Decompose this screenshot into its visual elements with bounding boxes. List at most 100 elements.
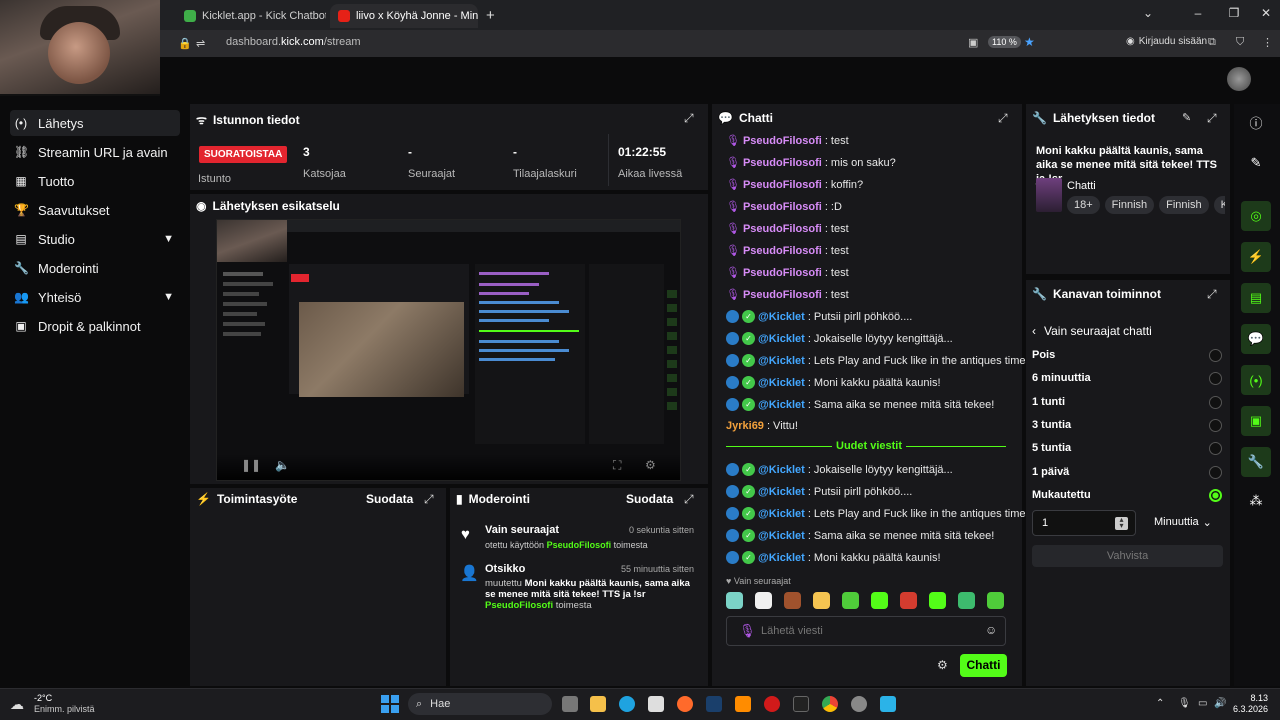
chat-username[interactable]: @Kicklet [758,486,805,498]
sidebar-item-yhteiso[interactable]: 👥 Yhteisö ▼ [10,284,180,310]
apps-icon[interactable]: ⁂ [1241,486,1271,516]
bookmark-star-icon[interactable]: ★ [1024,35,1035,49]
obs-icon[interactable] [851,696,867,712]
taskbar-search[interactable]: ⌕ Hae [408,693,552,715]
mod-event-user[interactable]: PseudoFilosofi [485,600,553,611]
weather-cloud-icon[interactable]: ☁ [10,696,24,713]
chat-username[interactable]: PseudoFilosofi [743,135,822,147]
chat-username[interactable]: PseudoFilosofi [743,223,822,235]
back-to-actions[interactable]: ‹ Vain seuraajat chatti [1032,324,1152,338]
sidebar-item-dropit[interactable]: ▣ Dropit & palkinnot [10,313,180,339]
chat-username[interactable]: @Kicklet [758,399,805,411]
radio-button[interactable] [1209,488,1222,502]
duration-option[interactable]: 3 tuntia [1032,417,1224,435]
emote-icon[interactable] [842,592,859,609]
sidebar-item-stream-url[interactable]: ⛓ Streamin URL ja avain [10,139,180,165]
duration-option[interactable]: 1 tunti [1032,394,1224,412]
user-avatar[interactable] [1227,67,1251,91]
mod-event-user[interactable]: PseudoFilosofi [547,540,612,550]
tray-chevron-icon[interactable]: ⌃ [1156,698,1164,709]
fullscreen-icon[interactable]: ⛶ [613,458,621,473]
steam-icon[interactable] [706,696,722,712]
emote-icon[interactable] [987,592,1004,609]
zoom-level[interactable]: 110 % [988,36,1021,48]
browser-tab-kicklet[interactable]: Kicklet.app - Kick Chatbot and C [176,4,326,28]
expand-icon[interactable]: ⤢ [998,111,1008,126]
sidebar-item-saavutukset[interactable]: 🏆 Saavutukset [10,197,180,223]
windows-start-icon[interactable] [381,695,399,713]
wrench-icon[interactable]: 🔧 [1241,447,1271,477]
moderation-filter-button[interactable]: Suodata [626,492,673,506]
chat-username[interactable]: @Kicklet [758,530,805,542]
extensions-icon[interactable]: ⧉ [1208,36,1216,49]
chat-username[interactable]: @Kicklet [758,464,805,476]
notepad-icon[interactable] [880,696,896,712]
terminal-icon[interactable] [793,696,809,712]
chat-bubble-icon[interactable]: 💬 [1241,324,1271,354]
radio-button[interactable] [1209,465,1222,479]
activity-filter-button[interactable]: Suodata [366,492,413,506]
lightning-icon[interactable]: ⚡ [1241,242,1271,272]
emoji-icon[interactable]: ☺ [985,623,997,637]
info-icon[interactable]: ⓘ [1241,107,1271,137]
lock-icon[interactable]: 🔒 [178,37,192,50]
duration-option[interactable]: 5 tuntia [1032,440,1224,458]
gear-icon[interactable]: ⚙ [645,458,656,472]
radio-button[interactable] [1209,418,1222,432]
emote-icon[interactable] [813,592,830,609]
sidebar-item-lahetys[interactable]: (•) Lähetys [10,110,180,136]
duration-option[interactable]: Pois [1032,347,1224,365]
expand-icon[interactable]: ⤢ [684,492,694,507]
new-tab-icon[interactable]: + [486,7,495,24]
chat-username[interactable]: @Kicklet [758,377,805,389]
duration-option[interactable]: 1 päivä [1032,464,1224,482]
radio-button[interactable] [1209,442,1222,456]
chat-username[interactable]: PseudoFilosofi [743,245,822,257]
menu-dots-icon[interactable]: ⋮ [1262,36,1273,49]
sidebar-item-studio[interactable]: ▤ Studio ▼ [10,226,180,252]
chat-username[interactable]: @Kicklet [758,552,805,564]
chrome-icon[interactable] [822,696,838,712]
close-window-icon[interactable]: ✕ [1256,6,1276,24]
screenshot-icon[interactable]: ▣ [968,36,978,49]
pencil-icon[interactable]: ✎ [1241,148,1271,178]
layout-icon[interactable]: ▣ [1241,406,1271,436]
signin-button[interactable]: ◉ Kirjaudu sisään [1126,36,1207,47]
chat-username[interactable]: PseudoFilosofi [743,201,822,213]
firefox-icon[interactable] [677,696,693,712]
chat-username[interactable]: Jyrki69 [726,420,764,432]
tab-search-icon[interactable]: ⌄ [1138,6,1158,24]
shield-icon[interactable]: ⛉ [1236,36,1244,49]
pause-icon[interactable]: ❚❚ [241,458,261,472]
broadcast-icon[interactable]: (•) [1241,365,1271,395]
minimize-icon[interactable]: – [1188,6,1208,24]
chat-username[interactable]: @Kicklet [758,333,805,345]
sidebar-item-moderointi[interactable]: 🔧 Moderointi [10,255,180,281]
radio-button[interactable] [1209,349,1222,362]
chat-username[interactable]: PseudoFilosofi [743,267,822,279]
sidebar-item-tuotto[interactable]: ▦ Tuotto [10,168,180,194]
file-explorer-icon[interactable] [590,696,606,712]
chat-username[interactable]: PseudoFilosofi [743,289,822,301]
edit-pencil-icon[interactable]: ✎ [1182,111,1191,124]
duration-option[interactable]: 6 minuuttia [1032,370,1224,388]
opera-icon[interactable] [764,696,780,712]
list-icon[interactable]: ▤ [1241,283,1271,313]
clip-icon[interactable]: ◎ [1241,201,1271,231]
radio-button[interactable] [1209,372,1222,386]
network-icon[interactable]: ▭ [1198,698,1207,709]
chat-input[interactable] [761,623,971,639]
unit-select[interactable]: Minuuttia ⌄ [1154,516,1212,529]
emote-icon[interactable] [726,592,743,609]
emote-icon[interactable] [755,592,772,609]
store-icon[interactable] [648,696,664,712]
site-settings-icon[interactable]: ⇌ [196,37,205,50]
expand-icon[interactable]: ⤢ [424,492,434,507]
chat-username[interactable]: @Kicklet [758,355,805,367]
expand-icon[interactable]: ⤢ [1207,287,1217,302]
vlc-icon[interactable] [735,696,751,712]
emote-icon[interactable] [900,592,917,609]
mic-tray-icon[interactable]: 🎙 [1178,698,1191,709]
stream-preview-video[interactable]: ❚❚ 🔈 ⛶ ⚙ [216,219,681,481]
task-view-icon[interactable] [562,696,578,712]
